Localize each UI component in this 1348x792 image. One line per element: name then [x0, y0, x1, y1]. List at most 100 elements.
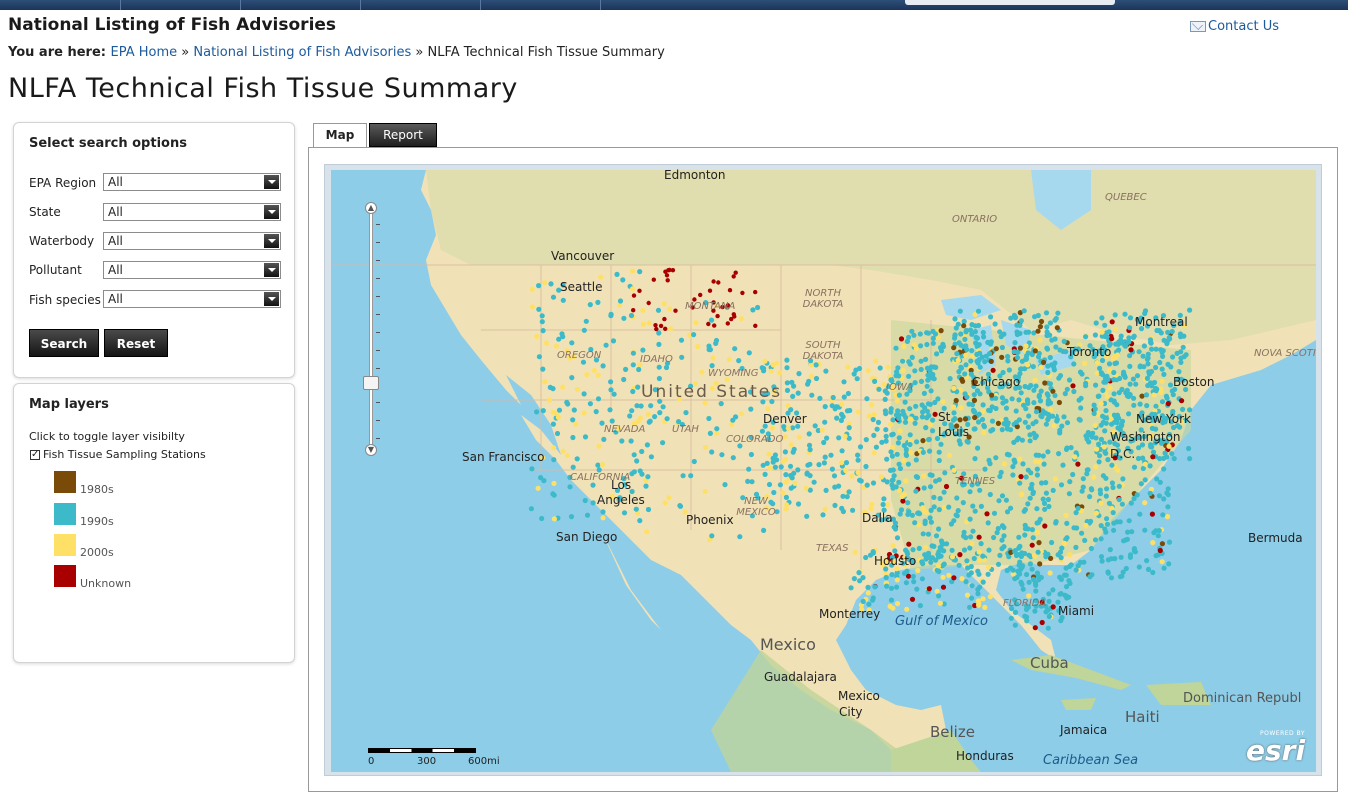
station-point[interactable]	[916, 511, 923, 517]
station-point[interactable]	[972, 329, 979, 335]
station-point[interactable]	[644, 529, 650, 535]
station-point[interactable]	[1103, 493, 1109, 499]
station-point[interactable]	[1034, 466, 1040, 472]
station-point[interactable]	[957, 308, 963, 314]
station-point[interactable]	[865, 590, 871, 596]
station-point[interactable]	[540, 366, 546, 372]
station-point[interactable]	[1017, 345, 1024, 351]
station-point[interactable]	[1032, 314, 1038, 320]
station-point[interactable]	[560, 297, 566, 303]
station-point[interactable]	[1051, 422, 1057, 429]
station-point[interactable]	[570, 417, 576, 423]
station-point[interactable]	[1165, 361, 1171, 367]
station-point[interactable]	[1006, 452, 1012, 458]
station-point[interactable]	[822, 419, 828, 425]
station-point[interactable]	[1098, 436, 1104, 442]
station-point[interactable]	[1080, 476, 1086, 482]
station-point[interactable]	[902, 419, 909, 425]
station-point[interactable]	[906, 373, 912, 379]
station-point[interactable]	[936, 507, 942, 513]
station-point[interactable]	[924, 330, 930, 336]
station-point[interactable]	[872, 584, 878, 590]
station-point[interactable]	[913, 457, 919, 463]
station-point[interactable]	[1127, 552, 1134, 558]
station-point[interactable]	[865, 368, 871, 374]
station-point[interactable]	[1061, 540, 1068, 546]
station-point[interactable]	[980, 579, 986, 585]
station-point[interactable]	[808, 373, 814, 379]
station-point[interactable]	[903, 478, 909, 484]
station-point[interactable]	[619, 438, 625, 444]
station-point[interactable]	[913, 474, 920, 480]
station-point[interactable]	[1087, 494, 1093, 500]
station-point[interactable]	[914, 586, 920, 592]
station-point[interactable]	[1043, 490, 1049, 496]
station-point[interactable]	[1013, 419, 1020, 425]
station-point[interactable]	[600, 515, 606, 521]
station-point[interactable]	[995, 420, 1002, 426]
station-point[interactable]	[581, 391, 587, 397]
station-point[interactable]	[828, 452, 834, 458]
station-point[interactable]	[843, 460, 850, 466]
station-point[interactable]	[936, 568, 942, 575]
station-point[interactable]	[719, 452, 725, 458]
station-point[interactable]	[1041, 500, 1048, 506]
station-point[interactable]	[920, 505, 926, 511]
breadcrumb-nlfa[interactable]: National Listing of Fish Advisories	[193, 45, 411, 60]
station-point[interactable]	[1107, 547, 1113, 553]
station-point[interactable]	[865, 584, 871, 590]
station-point[interactable]	[528, 506, 534, 512]
station-point[interactable]	[1147, 490, 1153, 496]
station-point[interactable]	[985, 564, 992, 570]
station-point[interactable]	[1022, 532, 1028, 538]
station-point[interactable]	[1112, 312, 1118, 318]
station-point[interactable]	[1131, 464, 1138, 470]
station-point[interactable]	[920, 449, 926, 455]
station-point[interactable]	[1099, 558, 1105, 564]
station-point[interactable]	[1026, 579, 1032, 585]
station-point[interactable]	[1102, 428, 1108, 434]
station-point[interactable]	[637, 468, 643, 474]
station-point[interactable]	[917, 603, 924, 609]
station-point[interactable]	[1178, 359, 1184, 365]
station-point[interactable]	[746, 350, 752, 356]
station-point[interactable]	[1166, 443, 1172, 449]
station-point[interactable]	[1001, 533, 1007, 539]
station-point[interactable]	[1029, 566, 1035, 572]
station-point[interactable]	[977, 557, 983, 563]
station-point[interactable]	[1143, 392, 1150, 398]
station-point[interactable]	[950, 417, 957, 423]
station-point[interactable]	[784, 365, 790, 371]
station-point[interactable]	[1014, 329, 1020, 335]
station-point[interactable]	[693, 320, 699, 326]
station-point[interactable]	[1045, 369, 1051, 376]
station-point[interactable]	[780, 490, 786, 496]
station-point[interactable]	[1126, 411, 1132, 417]
station-point[interactable]	[1045, 363, 1051, 369]
station-point[interactable]	[1052, 392, 1058, 399]
station-point[interactable]	[748, 406, 754, 412]
station-point[interactable]	[1104, 521, 1111, 527]
station-point[interactable]	[972, 323, 978, 329]
station-point[interactable]	[591, 367, 597, 373]
station-point[interactable]	[753, 289, 758, 295]
station-point[interactable]	[978, 541, 984, 547]
station-point[interactable]	[1099, 329, 1105, 335]
station-point[interactable]	[1024, 571, 1030, 578]
station-point[interactable]	[600, 363, 606, 369]
station-point[interactable]	[923, 356, 929, 362]
station-point[interactable]	[955, 508, 961, 514]
station-point[interactable]	[1111, 527, 1117, 533]
station-point[interactable]	[1025, 424, 1031, 430]
station-point[interactable]	[727, 288, 733, 293]
station-point[interactable]	[646, 320, 652, 326]
station-point[interactable]	[888, 585, 895, 591]
station-point[interactable]	[975, 445, 981, 451]
station-point[interactable]	[1003, 497, 1010, 503]
station-point[interactable]	[753, 323, 758, 328]
station-point[interactable]	[864, 396, 870, 402]
station-point[interactable]	[1028, 485, 1034, 491]
station-point[interactable]	[1131, 495, 1137, 502]
station-point[interactable]	[883, 574, 889, 581]
station-point[interactable]	[1031, 400, 1037, 406]
